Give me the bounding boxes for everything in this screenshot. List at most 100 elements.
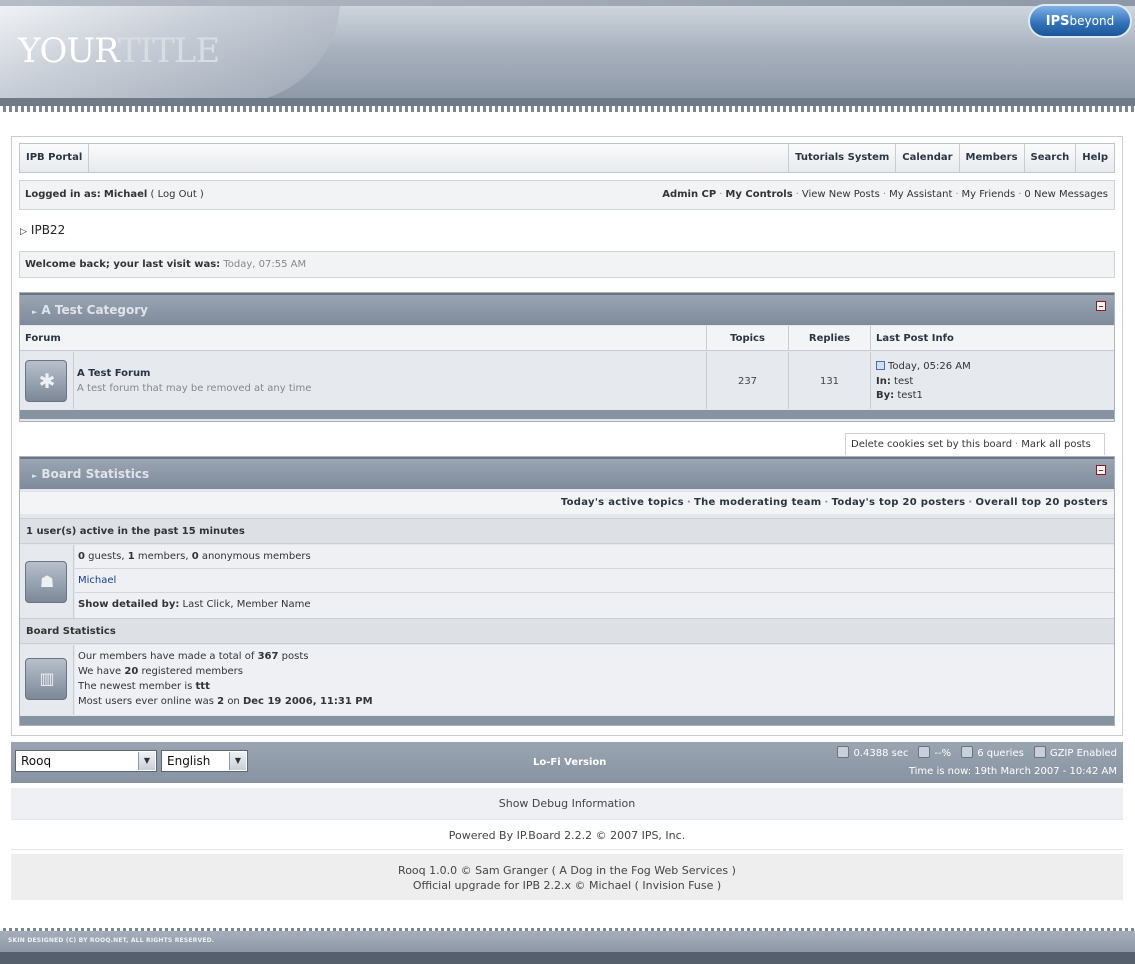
- nav-search[interactable]: Search: [1023, 144, 1076, 172]
- nav-help[interactable]: Help: [1075, 144, 1114, 172]
- bottom-dark-strip: [0, 952, 1135, 964]
- registered-suffix: registered members: [141, 666, 243, 677]
- bottom-band: SKIN DESIGNED (C) BY ROOQ.NET, ALL RIGHT…: [0, 928, 1135, 964]
- show-detailed-options[interactable]: Last Click, Member Name: [183, 599, 311, 610]
- category-header: ► A Test Category: [20, 293, 1114, 325]
- board-stats-title-link[interactable]: ► Board Statistics: [32, 459, 149, 491]
- active-users-body: 0 guests, 1 members, 0 anonymous members…: [75, 545, 1114, 618]
- nav-members[interactable]: Members: [958, 144, 1024, 172]
- user-bar: Logged in as: Michael ( Log Out ) Admin …: [19, 180, 1115, 210]
- today-top-posters-link[interactable]: Today's top 20 posters: [832, 497, 966, 508]
- skin-select-value: Rooq: [21, 754, 52, 768]
- user-name-link[interactable]: Michael: [104, 189, 147, 200]
- show-detailed-line: Show detailed by: Last Click, Member Nam…: [78, 599, 311, 610]
- board-stats-body: Our members have made a total of 367 pos…: [75, 645, 1114, 715]
- logged-in-label: Logged in as:: [25, 189, 101, 200]
- collapse-icon[interactable]: [1096, 301, 1106, 311]
- stats-posts-line: Our members have made a total of 367 pos…: [78, 651, 308, 662]
- guests-count: 0: [78, 551, 85, 562]
- breadcrumb-board-link[interactable]: IPB22: [31, 223, 65, 237]
- posts-text: Our members have made a total of: [78, 651, 255, 662]
- collapse-icon[interactable]: [1096, 465, 1106, 475]
- board-stats-box: ► Board Statistics Today's active topics ·…: [19, 456, 1115, 726]
- active-member-link[interactable]: Michael: [78, 575, 116, 586]
- moderating-team-link[interactable]: The moderating team: [694, 497, 822, 508]
- category-footer: [20, 410, 1114, 419]
- last-post-time: Today, 05:26 AM: [888, 361, 971, 372]
- server-load-item: --%: [918, 746, 951, 762]
- breadcrumb-arrow-icon: ▷: [20, 227, 27, 237]
- nav-calendar[interactable]: Calendar: [895, 144, 958, 172]
- current-time: Time is now: 19th March 2007 - 10:42 AM: [908, 766, 1117, 777]
- last-visit-time: Today, 07:55 AM: [223, 259, 307, 270]
- anon-text: anonymous members: [201, 551, 311, 562]
- language-select-value: English: [167, 754, 211, 768]
- nav-ipb-portal[interactable]: IPB Portal: [20, 144, 90, 172]
- col-forum: Forum: [20, 326, 707, 351]
- category-box: ► A Test Category Forum Topics Replies La…: [19, 292, 1115, 422]
- last-post-icon[interactable]: [876, 361, 885, 370]
- forum-name-link[interactable]: A Test Forum: [77, 368, 150, 379]
- header-bottom-band: [0, 98, 1135, 106]
- last-post-by-line: By: test1: [876, 390, 923, 401]
- last-post-author-link[interactable]: test1: [897, 390, 923, 401]
- active-users-header[interactable]: 1 user(s) active in the past 15 minutes: [20, 518, 1114, 544]
- forum-icon-cell: ✱: [20, 352, 74, 409]
- server-load: --%: [934, 748, 952, 759]
- site-logo[interactable]: YOURTITLE: [18, 31, 220, 71]
- nav-tutorials-system[interactable]: Tutorials System: [788, 144, 895, 172]
- statistics-chart-icon: ▥: [25, 658, 67, 700]
- log-out-link[interactable]: ( Log Out ): [150, 189, 203, 200]
- row-divider: [75, 568, 1114, 569]
- my-friends-link[interactable]: My Friends: [962, 189, 1016, 200]
- show-detailed-label: Show detailed by:: [78, 599, 180, 610]
- site-title-part2: TITLE: [117, 31, 220, 71]
- delete-cookies-link[interactable]: Delete cookies set by this board: [851, 439, 1012, 450]
- anon-count: 0: [191, 551, 199, 562]
- header-top-strip: [0, 0, 1135, 6]
- ips-beyond-badge[interactable]: IPSbeyond: [1028, 4, 1132, 38]
- replies-cell: 131: [789, 352, 871, 409]
- user-links: Admin CP · My Controls · View New Posts · My A…: [662, 189, 1108, 200]
- newest-prefix: The newest member is: [78, 681, 193, 692]
- replies-count: 131: [819, 376, 840, 387]
- topics-count: 237: [737, 376, 758, 387]
- upgrade-credit-line[interactable]: Official upgrade for IPB 2.2.x © Michael…: [11, 878, 1123, 893]
- powered-by[interactable]: Powered By IP.Board 2.2.2 © 2007 IPS, In…: [11, 819, 1123, 850]
- language-select[interactable]: English ▼: [161, 750, 248, 772]
- skin-select[interactable]: Rooq ▼: [15, 750, 157, 772]
- category-title-link[interactable]: ► A Test Category: [32, 295, 148, 327]
- admin-cp-link[interactable]: Admin CP: [662, 189, 716, 200]
- skin-credit-line[interactable]: Rooq 1.0.0 © Sam Granger ( A Dog in the …: [11, 863, 1123, 878]
- stats-links: Today's active topics · The moderating tea…: [20, 492, 1114, 514]
- active-topics-link[interactable]: Today's active topics: [561, 497, 684, 508]
- last-post-cell: Today, 05:26 AM In: test By: test1: [871, 352, 1114, 409]
- my-assistant-link[interactable]: My Assistant: [889, 189, 952, 200]
- monitor-icon: [918, 746, 931, 758]
- skin-copyright: SKIN DESIGNED (C) BY ROOQ.NET, ALL RIGHT…: [8, 937, 215, 944]
- board-stats-header: ► Board Statistics: [20, 457, 1114, 489]
- forum-info-cell: A Test Forum A test forum that may be re…: [74, 352, 707, 409]
- overall-top-posters-link[interactable]: Overall top 20 posters: [975, 497, 1108, 508]
- welcome-bar: Welcome back; your last visit was: Today…: [19, 251, 1115, 278]
- show-debug-link[interactable]: Show Debug Information: [11, 788, 1123, 819]
- chevron-down-icon[interactable]: ▼: [138, 752, 155, 770]
- newest-member-link[interactable]: ttt: [196, 681, 210, 692]
- new-messages-link[interactable]: 0 New Messages: [1024, 189, 1108, 200]
- lofi-version-link[interactable]: Lo-Fi Version: [533, 742, 606, 783]
- guests-text: guests,: [88, 551, 125, 562]
- my-controls-link[interactable]: My Controls: [725, 189, 792, 200]
- col-topics: Topics: [707, 326, 789, 351]
- chevron-down-icon[interactable]: ▼: [229, 752, 246, 770]
- exec-time: 0.4388 sec: [853, 748, 909, 759]
- stats-record-line: Most users ever online was 2 on Dec 19 2…: [78, 696, 373, 707]
- view-new-posts-link[interactable]: View New Posts: [802, 189, 880, 200]
- record-date: Dec 19 2006, 11:31 PM: [242, 696, 373, 707]
- last-post-topic-link[interactable]: test: [894, 376, 913, 387]
- category-title: A Test Category: [41, 303, 148, 317]
- welcome-label: Welcome back; your last visit was:: [25, 259, 221, 270]
- last-post-by-label: By:: [876, 390, 895, 401]
- col-replies: Replies: [789, 326, 871, 351]
- board-actions: Delete cookies set by this board · Mark al…: [845, 433, 1105, 471]
- gzip-status: GZIP Enabled: [1049, 748, 1117, 759]
